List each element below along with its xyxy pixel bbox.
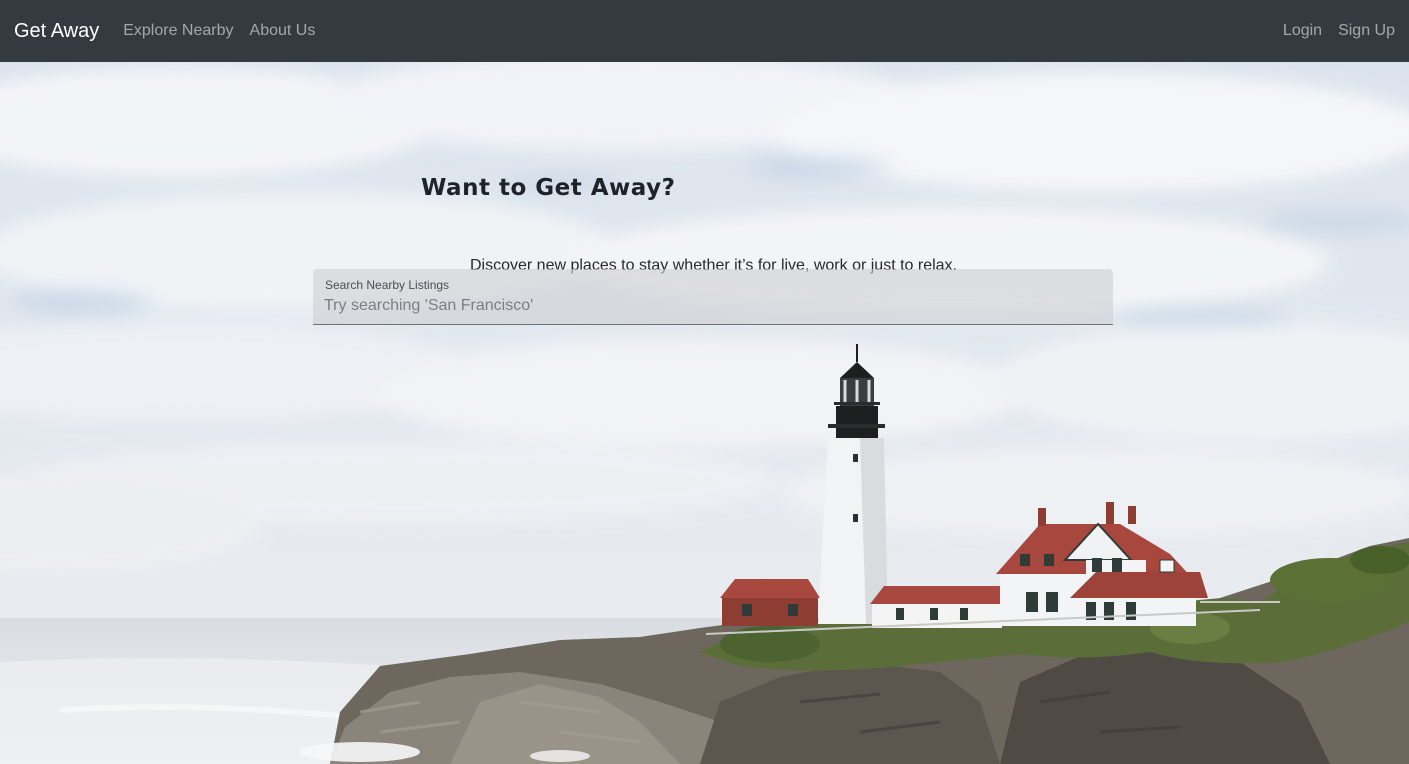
brick-outbuilding xyxy=(720,579,820,626)
auth-links: Login Sign Up xyxy=(1267,22,1395,40)
top-navbar: Get Away Explore Nearby About Us Login S… xyxy=(0,0,1409,62)
signup-link[interactable]: Sign Up xyxy=(1338,22,1395,40)
nav-explore-nearby[interactable]: Explore Nearby xyxy=(123,22,233,40)
search-label: Search Nearby Listings xyxy=(325,278,450,292)
hero-background-image xyxy=(0,62,1409,764)
hero-section: Want to Get Away? Discover new places to… xyxy=(0,62,1409,764)
search-nearby-field[interactable]: Search Nearby Listings xyxy=(313,269,1113,325)
login-link[interactable]: Login xyxy=(1283,22,1322,40)
search-input[interactable] xyxy=(324,295,1094,317)
hero-headline: Want to Get Away? xyxy=(421,175,676,201)
nav-about-us[interactable]: About Us xyxy=(250,22,316,40)
brand-link[interactable]: Get Away xyxy=(14,20,99,43)
